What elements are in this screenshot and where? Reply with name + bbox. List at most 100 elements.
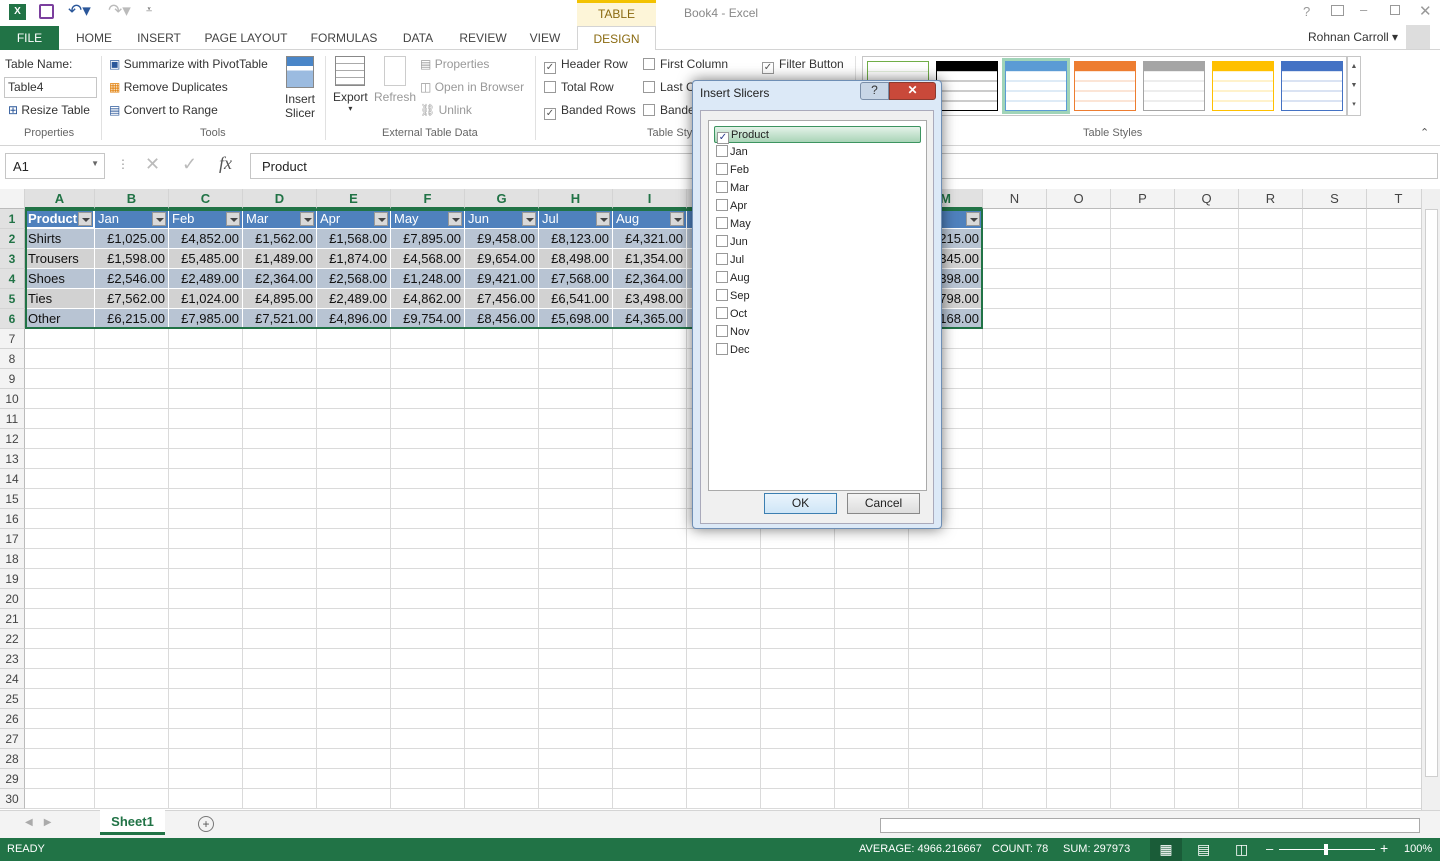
cell[interactable]	[1367, 789, 1421, 809]
cell[interactable]	[613, 789, 687, 809]
cell[interactable]	[169, 789, 243, 809]
cell[interactable]	[613, 329, 687, 349]
slicer-item-mar[interactable]: Mar	[714, 180, 921, 197]
row-header-15[interactable]: 15	[0, 489, 25, 509]
cell[interactable]	[95, 569, 169, 589]
cell[interactable]	[317, 749, 391, 769]
cell[interactable]	[1367, 229, 1421, 249]
cell[interactable]	[243, 789, 317, 809]
cell[interactable]	[169, 329, 243, 349]
cell[interactable]	[317, 609, 391, 629]
cell[interactable]: £1,025.00	[95, 229, 169, 249]
cell[interactable]	[909, 729, 983, 749]
cell[interactable]	[1111, 589, 1175, 609]
cell[interactable]: £6,215.00	[95, 309, 169, 329]
cell[interactable]	[983, 649, 1047, 669]
cell[interactable]	[687, 549, 761, 569]
cell[interactable]	[1303, 249, 1367, 269]
cell[interactable]	[1175, 369, 1239, 389]
cell[interactable]	[243, 389, 317, 409]
cell[interactable]	[1303, 529, 1367, 549]
cell[interactable]	[983, 389, 1047, 409]
cell[interactable]	[391, 349, 465, 369]
cell[interactable]	[539, 729, 613, 749]
cell[interactable]	[1367, 389, 1421, 409]
minimize-icon[interactable]: –	[1360, 2, 1367, 17]
slicer-item-nov[interactable]: Nov	[714, 324, 921, 341]
cell[interactable]	[1175, 569, 1239, 589]
cell[interactable]: £7,895.00	[391, 229, 465, 249]
table-header-cell[interactable]: Product	[25, 209, 95, 229]
row-header-19[interactable]: 19	[0, 569, 25, 589]
cell[interactable]: £9,458.00	[465, 229, 539, 249]
cell[interactable]	[835, 709, 909, 729]
cell[interactable]	[1111, 569, 1175, 589]
cell[interactable]	[1239, 289, 1303, 309]
cell[interactable]	[539, 709, 613, 729]
cell[interactable]	[1239, 409, 1303, 429]
cell[interactable]	[1303, 429, 1367, 449]
zoom-out-icon[interactable]: –	[1266, 841, 1273, 856]
cell[interactable]	[1047, 229, 1111, 249]
cell[interactable]	[1303, 209, 1367, 229]
cell[interactable]: £9,654.00	[465, 249, 539, 269]
cell[interactable]: £8,498.00	[539, 249, 613, 269]
cell[interactable]	[1239, 549, 1303, 569]
cell[interactable]	[1175, 429, 1239, 449]
cell[interactable]	[391, 689, 465, 709]
cell[interactable]	[243, 669, 317, 689]
row-header-9[interactable]: 9	[0, 369, 25, 389]
cell[interactable]	[983, 429, 1047, 449]
cell[interactable]	[391, 569, 465, 589]
banded-rows-checkbox[interactable]: ✓ Banded Rows	[544, 103, 636, 120]
prev-sheet-icon[interactable]: ◀ ▶	[25, 817, 52, 828]
cell[interactable]: Trousers	[25, 249, 95, 269]
cell[interactable]	[317, 349, 391, 369]
ribbon-display-icon[interactable]	[1331, 5, 1344, 16]
cell[interactable]	[95, 669, 169, 689]
cell[interactable]	[1175, 329, 1239, 349]
cell[interactable]	[983, 349, 1047, 369]
cell[interactable]	[983, 409, 1047, 429]
cell[interactable]	[1047, 669, 1111, 689]
row-header-7[interactable]: 7	[0, 329, 25, 349]
cell[interactable]	[169, 529, 243, 549]
cell[interactable]	[243, 689, 317, 709]
cell[interactable]	[317, 669, 391, 689]
cell[interactable]	[317, 429, 391, 449]
insert-slicer-button[interactable]: Insert Slicer	[284, 56, 316, 120]
unlink-button[interactable]: ⛓ Unlink	[420, 103, 472, 117]
checkbox[interactable]: ✓	[717, 132, 729, 144]
cell[interactable]	[169, 589, 243, 609]
cell[interactable]: £4,365.00	[613, 309, 687, 329]
total-row-checkbox[interactable]: Total Row	[544, 80, 614, 94]
cell[interactable]	[983, 369, 1047, 389]
cell[interactable]	[909, 569, 983, 589]
dialog-close-button[interactable]: ✕	[889, 82, 936, 100]
cell[interactable]	[835, 569, 909, 589]
cell[interactable]	[1175, 509, 1239, 529]
cell[interactable]: £2,364.00	[613, 269, 687, 289]
cell[interactable]	[1175, 749, 1239, 769]
cell[interactable]: £8,456.00	[465, 309, 539, 329]
cell[interactable]	[1111, 429, 1175, 449]
checkbox[interactable]	[716, 199, 728, 211]
cell[interactable]	[1239, 629, 1303, 649]
cell[interactable]	[243, 469, 317, 489]
cell[interactable]	[391, 669, 465, 689]
cell[interactable]	[243, 569, 317, 589]
cell[interactable]	[1303, 729, 1367, 749]
cell[interactable]	[761, 669, 835, 689]
cell[interactable]	[1175, 549, 1239, 569]
cell[interactable]	[1239, 209, 1303, 229]
cell[interactable]	[983, 329, 1047, 349]
table-header-cell[interactable]: Jun	[465, 209, 539, 229]
cell[interactable]	[1047, 469, 1111, 489]
cell[interactable]	[687, 769, 761, 789]
cell[interactable]	[169, 469, 243, 489]
filter-dropdown-icon[interactable]	[966, 212, 980, 226]
checkbox[interactable]	[716, 253, 728, 265]
cell[interactable]	[1111, 649, 1175, 669]
column-header-D[interactable]: D	[243, 189, 317, 209]
cell[interactable]	[1175, 309, 1239, 329]
